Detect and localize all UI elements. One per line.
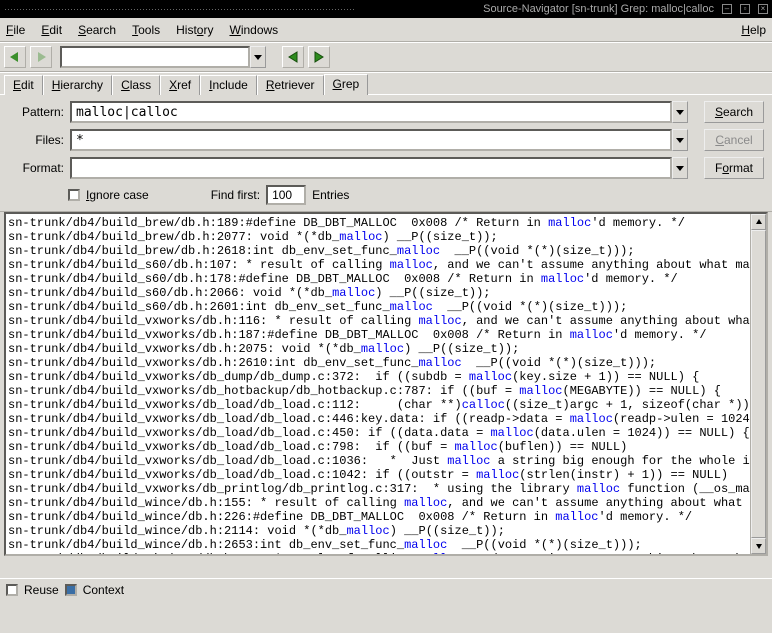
chevron-down-icon: [676, 166, 684, 171]
menu-windows[interactable]: Windows: [229, 23, 278, 37]
result-line[interactable]: sn-trunk/db4/build_vxworks/db_load/db_lo…: [8, 468, 748, 482]
result-line[interactable]: sn-trunk/db4/build_s60/db.h:178:#define …: [8, 272, 748, 286]
result-line[interactable]: sn-trunk/db4/build_vxworks/db_load/db_lo…: [8, 454, 748, 468]
ignore-case-checkbox[interactable]: [68, 189, 80, 201]
view-tabbar: EditHierarchyClassXrefIncludeRetrieverGr…: [0, 72, 772, 94]
tab-xref[interactable]: Xref: [160, 75, 200, 95]
scroll-down-icon[interactable]: [751, 538, 766, 554]
arrow-left-green-icon: [8, 50, 22, 64]
result-line[interactable]: sn-trunk/db4/build_s60/db.h:107: * resul…: [8, 258, 748, 272]
result-line[interactable]: sn-trunk/db4/build_vxworks/db.h:2075: vo…: [8, 342, 748, 356]
format-button[interactable]: Format: [704, 157, 764, 179]
format-label: Format:: [8, 161, 64, 175]
result-line[interactable]: sn-trunk/db4/build_wince/db.h:155: * res…: [8, 496, 748, 510]
chevron-down-icon: [254, 55, 262, 60]
result-line[interactable]: sn-trunk/db4/build_vxworks/db_load/db_lo…: [8, 398, 748, 412]
tab-include[interactable]: Include: [200, 75, 257, 95]
next-match-button[interactable]: [308, 46, 330, 68]
reuse-label: Reuse: [24, 583, 59, 597]
tab-retriever[interactable]: Retriever: [257, 75, 324, 95]
tab-edit[interactable]: Edit: [4, 75, 43, 95]
menu-help[interactable]: Help: [741, 23, 766, 37]
scroll-up-icon[interactable]: [751, 214, 766, 230]
result-line[interactable]: sn-trunk/db4/build_vxworks/db_hotbackup/…: [8, 384, 748, 398]
ignore-case-label: Ignore case: [86, 188, 149, 202]
format-input[interactable]: [70, 157, 672, 179]
triangle-right-icon: [312, 50, 326, 64]
files-label: Files:: [8, 133, 64, 147]
result-line[interactable]: sn-trunk/db4/build_vxworks/db.h:116: * r…: [8, 314, 748, 328]
tab-hierarchy[interactable]: Hierarchy: [43, 75, 112, 95]
minimize-icon[interactable]: –: [722, 4, 732, 14]
nav-toolbar: [0, 42, 772, 72]
result-line[interactable]: sn-trunk/db4/build_vxworks/db_dump/db_du…: [8, 370, 748, 384]
result-line[interactable]: sn-trunk/db4/build_vxworks/db_load/db_lo…: [8, 440, 748, 454]
tab-grep[interactable]: Grep: [324, 74, 369, 95]
menu-tools[interactable]: Tools: [132, 23, 160, 37]
results-list[interactable]: sn-trunk/db4/build_brew/db.h:189:#define…: [6, 214, 750, 554]
results-scrollbar[interactable]: [750, 214, 766, 554]
maximize-icon[interactable]: ▫: [740, 4, 750, 14]
results-panel: sn-trunk/db4/build_brew/db.h:189:#define…: [4, 212, 768, 556]
result-line[interactable]: sn-trunk/db4/build_windows/db.h:155: * r…: [8, 552, 748, 554]
reuse-checkbox[interactable]: [6, 584, 18, 596]
arrow-right-green-icon: [34, 50, 48, 64]
history-back-button[interactable]: [4, 46, 26, 68]
statusbar: Reuse Context: [0, 578, 772, 600]
result-line[interactable]: sn-trunk/db4/build_vxworks/db.h:187:#def…: [8, 328, 748, 342]
search-button[interactable]: Search: [704, 101, 764, 123]
result-line[interactable]: sn-trunk/db4/build_s60/db.h:2066: void *…: [8, 286, 748, 300]
menu-edit[interactable]: Edit: [41, 23, 62, 37]
result-line[interactable]: sn-trunk/db4/build_wince/db.h:2653:int d…: [8, 538, 748, 552]
result-line[interactable]: sn-trunk/db4/build_vxworks/db_printlog/d…: [8, 482, 748, 496]
context-checkbox[interactable]: [65, 584, 77, 596]
result-line[interactable]: sn-trunk/db4/build_vxworks/db.h:2610:int…: [8, 356, 748, 370]
pattern-dropdown[interactable]: [672, 101, 688, 123]
find-first-label: Find first:: [211, 188, 260, 202]
close-icon[interactable]: ×: [758, 4, 768, 14]
triangle-left-icon: [286, 50, 300, 64]
menu-history[interactable]: History: [176, 23, 213, 37]
result-line[interactable]: sn-trunk/db4/build_vxworks/db_load/db_lo…: [8, 426, 748, 440]
result-line[interactable]: sn-trunk/db4/build_wince/db.h:2114: void…: [8, 524, 748, 538]
result-line[interactable]: sn-trunk/db4/build_wince/db.h:226:#defin…: [8, 510, 748, 524]
menu-search[interactable]: Search: [78, 23, 116, 37]
prev-match-button[interactable]: [282, 46, 304, 68]
tab-class[interactable]: Class: [112, 75, 160, 95]
result-line[interactable]: sn-trunk/db4/build_brew/db.h:2618:int db…: [8, 244, 748, 258]
menu-file[interactable]: File: [6, 23, 25, 37]
find-first-input[interactable]: [266, 185, 306, 205]
entries-label: Entries: [312, 188, 349, 202]
cancel-button: Cancel: [704, 129, 764, 151]
location-combo-dropdown[interactable]: [250, 46, 266, 68]
result-line[interactable]: sn-trunk/db4/build_s60/db.h:2601:int db_…: [8, 300, 748, 314]
result-line[interactable]: sn-trunk/db4/build_brew/db.h:189:#define…: [8, 216, 748, 230]
result-line[interactable]: sn-trunk/db4/build_vxworks/db_load/db_lo…: [8, 412, 748, 426]
format-dropdown[interactable]: [672, 157, 688, 179]
window-titlebar: Source-Navigator [sn-trunk] Grep: malloc…: [0, 0, 772, 18]
files-input[interactable]: [70, 129, 672, 151]
window-title: Source-Navigator [sn-trunk] Grep: malloc…: [362, 3, 714, 15]
chevron-down-icon: [676, 110, 684, 115]
grep-form-panel: Pattern: Search Files: Cancel Format: Fo…: [0, 94, 772, 212]
pattern-label: Pattern:: [8, 105, 64, 119]
history-forward-button[interactable]: [30, 46, 52, 68]
context-label: Context: [83, 583, 124, 597]
chevron-down-icon: [676, 138, 684, 143]
menubar: File Edit Search Tools History Windows H…: [0, 18, 772, 42]
pattern-input[interactable]: [70, 101, 672, 123]
location-combo[interactable]: [60, 46, 250, 68]
files-dropdown[interactable]: [672, 129, 688, 151]
result-line[interactable]: sn-trunk/db4/build_brew/db.h:2077: void …: [8, 230, 748, 244]
